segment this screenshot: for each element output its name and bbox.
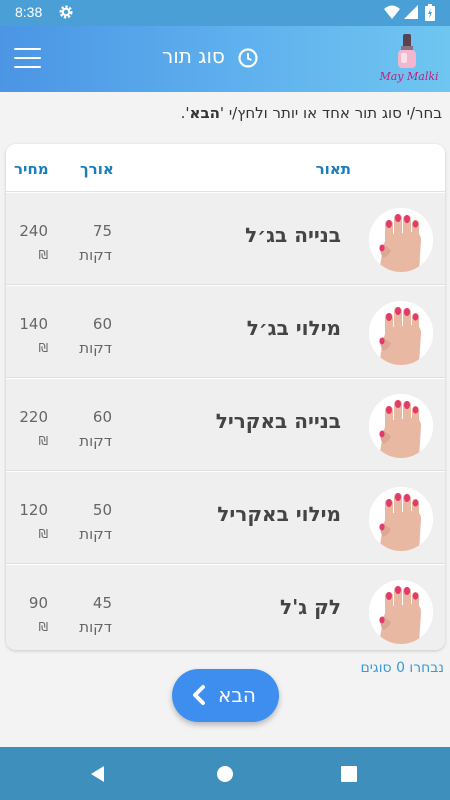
service-name: בנייה באקריל (215, 409, 341, 433)
header-description: תאור (315, 160, 351, 178)
hamburger-icon[interactable] (14, 48, 41, 68)
service-name: בנייה בג׳ל (245, 223, 341, 247)
status-time: 8:38 (15, 4, 43, 20)
table-row[interactable]: בנייה באקריל 60 דקות 220 ₪ (6, 379, 445, 471)
length-unit: דקות (79, 525, 112, 543)
length-unit: דקות (79, 618, 112, 636)
instruction-bold: הבא (189, 104, 220, 122)
length-unit: דקות (79, 246, 112, 264)
services-table: תאור אורך מחיר בנייה בג׳ל 75 דקות 240 ₪ … (6, 144, 445, 650)
service-name: מילוי בג׳ל (246, 316, 341, 340)
wifi-icon (384, 5, 400, 19)
length-value: 75 (92, 222, 112, 240)
price-value: 90 (28, 594, 48, 612)
length-value: 60 (92, 408, 112, 426)
length-value: 50 (92, 501, 112, 519)
instruction-part: בחר/י סוג תור אחד או יותר ולחץ/י ' (219, 104, 442, 122)
nail-hand-image (369, 487, 433, 551)
service-price: 220 ₪ (14, 405, 48, 453)
header-length: אורך (80, 160, 114, 178)
service-length: 60 דקות (66, 312, 112, 360)
home-icon[interactable] (216, 765, 234, 783)
length-value: 45 (92, 594, 112, 612)
table-row[interactable]: לק ג'ל 45 דקות 90 ₪ (6, 565, 445, 650)
app-logo: May Malki (372, 32, 442, 90)
instruction-text: בחר/י סוג תור אחד או יותר ולחץ/י 'הבא'. (2, 104, 442, 122)
price-currency: ₪ (38, 620, 48, 634)
service-length: 75 דקות (66, 219, 112, 267)
battery-icon (425, 4, 435, 21)
nail-hand-image (369, 301, 433, 365)
app-bar: סוג תור May Malki (0, 26, 450, 92)
header-price: מחיר (14, 160, 49, 178)
price-currency: ₪ (38, 341, 48, 355)
next-button[interactable]: הבא (172, 669, 279, 722)
selected-count: נבחרו 0 סוגים (360, 660, 444, 676)
service-price: 120 ₪ (14, 498, 48, 546)
price-value: 140 (19, 315, 48, 333)
back-icon[interactable] (89, 765, 107, 783)
recent-apps-icon[interactable] (341, 766, 357, 782)
system-nav-bar (0, 747, 450, 800)
gear-icon (59, 5, 73, 19)
nail-hand-image (369, 394, 433, 458)
length-value: 60 (92, 315, 112, 333)
length-unit: דקות (79, 339, 112, 357)
price-currency: ₪ (38, 248, 48, 262)
service-price: 240 ₪ (14, 219, 48, 267)
signal-icon (404, 5, 418, 19)
length-unit: דקות (79, 432, 112, 450)
clock-icon (238, 48, 258, 68)
service-name: מילוי באקריל (217, 502, 341, 526)
instruction-part: '. (180, 104, 190, 122)
price-value: 240 (19, 222, 48, 240)
nail-polish-bottle-icon (398, 34, 416, 68)
next-button-label: הבא (218, 683, 256, 707)
table-row[interactable]: בנייה בג׳ל 75 דקות 240 ₪ (6, 193, 445, 285)
table-header: תאור אורך מחיר (6, 144, 445, 192)
service-length: 50 דקות (66, 498, 112, 546)
service-price: 90 ₪ (14, 591, 48, 639)
logo-text: May Malki (379, 70, 439, 83)
table-row[interactable]: מילוי באקריל 50 דקות 120 ₪ (6, 472, 445, 564)
price-value: 220 (19, 408, 48, 426)
service-price: 140 ₪ (14, 312, 48, 360)
price-value: 120 (19, 501, 48, 519)
service-length: 60 דקות (66, 405, 112, 453)
nail-hand-image (369, 208, 433, 272)
service-length: 45 דקות (66, 591, 112, 639)
chevron-left-icon (193, 685, 205, 705)
price-currency: ₪ (38, 434, 48, 448)
service-name: לק ג'ל (280, 595, 341, 619)
table-row[interactable]: מילוי בג׳ל 60 דקות 140 ₪ (6, 286, 445, 378)
price-currency: ₪ (38, 527, 48, 541)
status-bar: 8:38 (0, 0, 450, 26)
nail-hand-image (369, 580, 433, 644)
